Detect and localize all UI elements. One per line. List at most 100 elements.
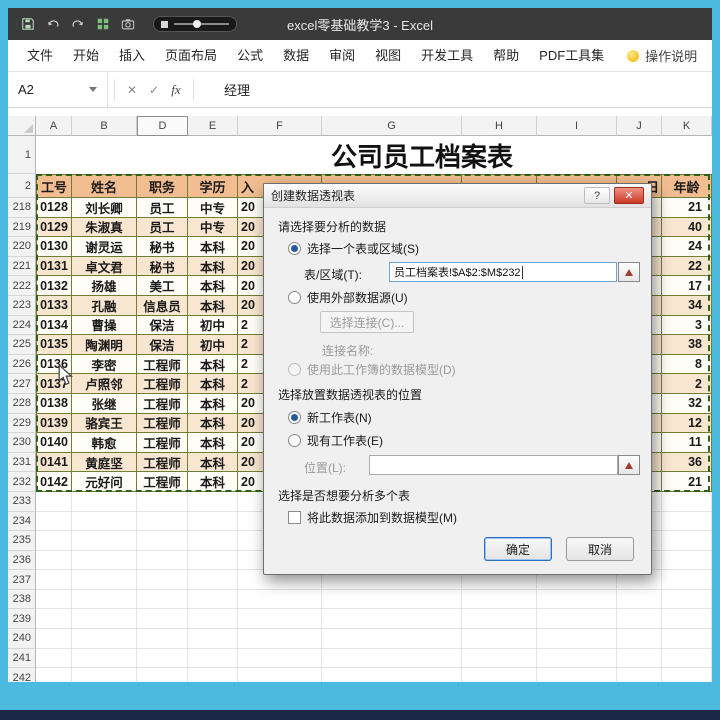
cell-name[interactable]: 李密 <box>72 354 137 375</box>
empty-cell[interactable] <box>322 648 462 669</box>
column-header[interactable]: J <box>617 116 662 136</box>
cell-employee-id[interactable]: 0132 <box>36 276 72 296</box>
cell-job-title[interactable]: 工程师 <box>137 374 188 394</box>
row-header[interactable]: 218 <box>8 198 36 218</box>
empty-cell[interactable] <box>662 531 712 551</box>
cell-job-title[interactable]: 工程师 <box>137 472 188 492</box>
column-header[interactable]: G <box>322 116 462 136</box>
ribbon-tab[interactable]: 文件 <box>18 40 62 71</box>
save-icon[interactable] <box>21 17 35 31</box>
empty-cell[interactable] <box>72 609 137 630</box>
empty-cell[interactable] <box>137 491 188 512</box>
radio-external-source[interactable]: 使用外部数据源(U) <box>288 289 408 306</box>
cell-job-title[interactable]: 工程师 <box>137 413 188 434</box>
cell-name[interactable]: 卢照邻 <box>72 374 137 394</box>
column-header[interactable]: E <box>188 116 238 136</box>
ribbon-tab[interactable]: 视图 <box>366 40 410 71</box>
tell-me-box[interactable]: 操作说明 <box>627 46 697 65</box>
ribbon-tab[interactable]: 插入 <box>110 40 154 71</box>
empty-cell[interactable] <box>188 550 238 571</box>
header-cell-id[interactable]: 工号 <box>36 174 72 198</box>
camera-icon[interactable] <box>121 17 135 31</box>
row-header[interactable]: 226 <box>8 354 36 375</box>
cell-age[interactable]: 32 <box>662 393 712 414</box>
empty-cell[interactable] <box>36 491 72 512</box>
column-header[interactable]: I <box>537 116 617 136</box>
cell-education[interactable]: 本科 <box>188 433 238 453</box>
cell-employee-id[interactable]: 0130 <box>36 237 72 257</box>
empty-cell[interactable] <box>238 629 322 649</box>
empty-cell[interactable] <box>188 648 238 669</box>
table-range-input[interactable]: 员工档案表!$A$2:$M$232 <box>389 262 617 282</box>
cell-employee-id[interactable]: 0138 <box>36 393 72 414</box>
screen-recorder-toolbar[interactable] <box>153 16 237 32</box>
empty-cell[interactable] <box>188 511 238 532</box>
cell-age[interactable]: 24 <box>662 237 712 257</box>
cell-education[interactable]: 中专 <box>188 198 238 218</box>
empty-cell[interactable] <box>322 629 462 649</box>
empty-cell[interactable] <box>662 570 712 590</box>
cell-age[interactable]: 2 <box>662 374 712 394</box>
header-cell-edu[interactable]: 学历 <box>188 174 238 198</box>
row-header[interactable]: 221 <box>8 256 36 277</box>
cell-education[interactable]: 本科 <box>188 256 238 277</box>
row-header[interactable]: 235 <box>8 531 36 551</box>
empty-cell[interactable] <box>617 609 662 630</box>
column-header[interactable]: B <box>72 116 137 136</box>
cell-name[interactable]: 扬雄 <box>72 276 137 296</box>
cell-education[interactable]: 本科 <box>188 393 238 414</box>
cell-age[interactable]: 36 <box>662 452 712 473</box>
confirm-entry-icon[interactable]: ✓ <box>143 83 165 97</box>
empty-cell[interactable] <box>72 511 137 532</box>
empty-cell[interactable] <box>188 570 238 590</box>
empty-cell[interactable] <box>662 491 712 512</box>
empty-cell[interactable] <box>617 668 662 682</box>
dialog-title-bar[interactable]: 创建数据透视表 ? ✕ <box>264 184 651 208</box>
cancel-button[interactable]: 取消 <box>566 537 634 561</box>
ok-button[interactable]: 确定 <box>484 537 552 561</box>
cell-name[interactable]: 卓文君 <box>72 256 137 277</box>
row-header[interactable]: 1 <box>8 136 36 174</box>
cell-education[interactable]: 本科 <box>188 276 238 296</box>
empty-cell[interactable] <box>137 550 188 571</box>
column-header[interactable]: K <box>662 116 712 136</box>
ribbon-tab[interactable]: 审阅 <box>320 40 364 71</box>
cell-age[interactable]: 40 <box>662 217 712 238</box>
empty-cell[interactable] <box>537 668 617 682</box>
row-header[interactable]: 220 <box>8 237 36 257</box>
empty-cell[interactable] <box>188 491 238 512</box>
cell-age[interactable]: 11 <box>662 433 712 453</box>
empty-cell[interactable] <box>137 531 188 551</box>
empty-cell[interactable] <box>137 609 188 630</box>
row-header[interactable]: 236 <box>8 550 36 571</box>
empty-cell[interactable] <box>662 550 712 571</box>
empty-cell[interactable] <box>72 550 137 571</box>
row-header[interactable]: 238 <box>8 589 36 610</box>
empty-cell[interactable] <box>188 629 238 649</box>
cell-employee-id[interactable]: 0133 <box>36 295 72 316</box>
row-header[interactable]: 223 <box>8 295 36 316</box>
collapse-dialog-button[interactable] <box>618 455 640 475</box>
cell-age[interactable]: 21 <box>662 472 712 492</box>
empty-cell[interactable] <box>462 609 537 630</box>
grid-icon[interactable] <box>96 17 110 31</box>
ribbon-tab[interactable]: 开发工具 <box>412 40 482 71</box>
empty-cell[interactable] <box>36 570 72 590</box>
empty-cell[interactable] <box>662 609 712 630</box>
cell-job-title[interactable]: 工程师 <box>137 452 188 473</box>
empty-cell[interactable] <box>322 589 462 610</box>
empty-cell[interactable] <box>137 589 188 610</box>
empty-cell[interactable] <box>36 609 72 630</box>
empty-cell[interactable] <box>462 629 537 649</box>
empty-cell[interactable] <box>617 629 662 649</box>
cell-education[interactable]: 本科 <box>188 295 238 316</box>
cell-job-title[interactable]: 保洁 <box>137 315 188 336</box>
empty-cell[interactable] <box>462 648 537 669</box>
column-header[interactable]: D <box>137 116 188 136</box>
cancel-entry-icon[interactable]: ✕ <box>121 83 143 97</box>
cell-employee-id[interactable]: 0140 <box>36 433 72 453</box>
empty-cell[interactable] <box>462 589 537 610</box>
cell-employee-id[interactable]: 0128 <box>36 198 72 218</box>
cell-education[interactable]: 初中 <box>188 335 238 355</box>
empty-cell[interactable] <box>662 589 712 610</box>
